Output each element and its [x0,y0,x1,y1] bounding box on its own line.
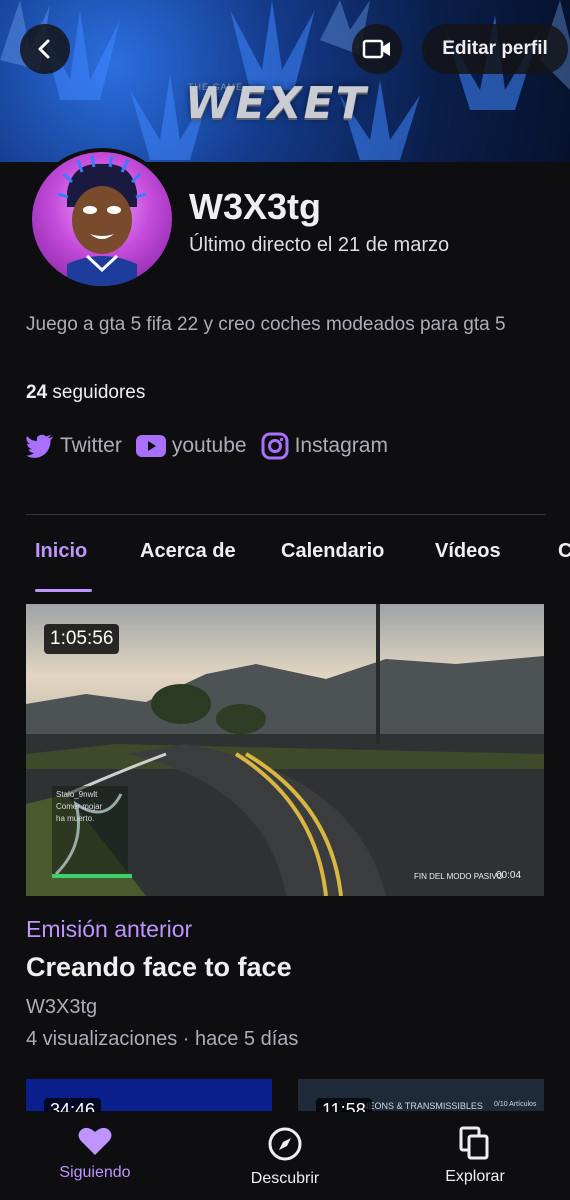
hud-timer: 00:04 [496,870,522,881]
hud-notice: ha muerto. [56,814,95,823]
nav-discover[interactable]: Descubrir [190,1112,380,1200]
tab-acerca-de[interactable]: Acerca de [140,540,236,563]
tab-inicio[interactable]: Inicio [35,540,87,563]
instagram-icon [261,432,289,460]
tab-videos[interactable]: Vídeos [435,540,501,563]
social-link-instagram[interactable]: Instagram [261,432,388,460]
avatar-illustration [57,155,147,286]
video-title[interactable]: Creando face to face [26,952,292,983]
thumb3-overlay-text: NEONS & TRANSMISSIBLES [362,1101,483,1111]
nav-label: Explorar [445,1168,505,1185]
hud-passive-mode: FIN DEL MODO PASIVO [414,872,503,881]
channel-bio: Juego a gta 5 fifa 22 y creo coches mode… [26,314,506,335]
social-label: Instagram [294,434,388,457]
twitter-icon [26,434,53,458]
chevron-left-icon [38,39,50,59]
back-button[interactable] [20,24,70,74]
tab-overflow[interactable]: C [558,540,570,563]
heart-icon [78,1127,112,1155]
tab-calendario[interactable]: Calendario [281,540,384,563]
channel-name: W3X3tg [189,186,322,227]
nav-label: Descubrir [250,1170,320,1187]
followers-number: 24 [26,382,48,403]
nav-browse[interactable]: Explorar [380,1112,570,1200]
social-link-youtube[interactable]: youtube [135,434,247,458]
active-tab-indicator [35,589,92,592]
avatar[interactable] [28,148,176,290]
nav-following[interactable]: Siguiendo [0,1112,190,1200]
video-camera-icon [362,39,390,59]
banner-logo: WEXET [185,78,368,129]
youtube-icon [135,435,166,457]
edit-profile-button[interactable]: Editar perfil [422,24,568,74]
hud-text: Comer mojar [56,802,103,811]
nav-label: Siguiendo [59,1164,131,1181]
social-link-twitter[interactable]: Twitter [26,434,122,458]
go-live-button[interactable] [352,24,402,74]
followers-label: seguidores [52,382,146,403]
video-channel-name: W3X3tg [26,996,98,1018]
hud-player-name: Stalo_9nwlt [56,790,98,799]
video-meta: 4 visualizaciones · hace 5 días [26,1028,299,1050]
last-live-text: Último directo el 21 de marzo [189,234,450,256]
section-divider [26,514,546,515]
channel-tabs: Inicio Acerca de Calendario Vídeos C [0,540,570,592]
video-duration-badge: 1:05:56 [44,624,120,654]
compass-icon [268,1127,302,1161]
social-label: youtube [171,434,247,457]
social-label: Twitter [60,434,122,457]
bottom-navigation: Siguiendo Descubrir Explorar [0,1112,570,1200]
thumb3-overlay-count: 0/10 Artículos [494,1101,537,1108]
social-links: Twitter youtube Instagram [26,432,402,460]
browse-icon [459,1126,489,1160]
video-type-label: Emisión anterior [26,916,193,942]
followers-count[interactable]: 24 seguidores [26,382,145,404]
